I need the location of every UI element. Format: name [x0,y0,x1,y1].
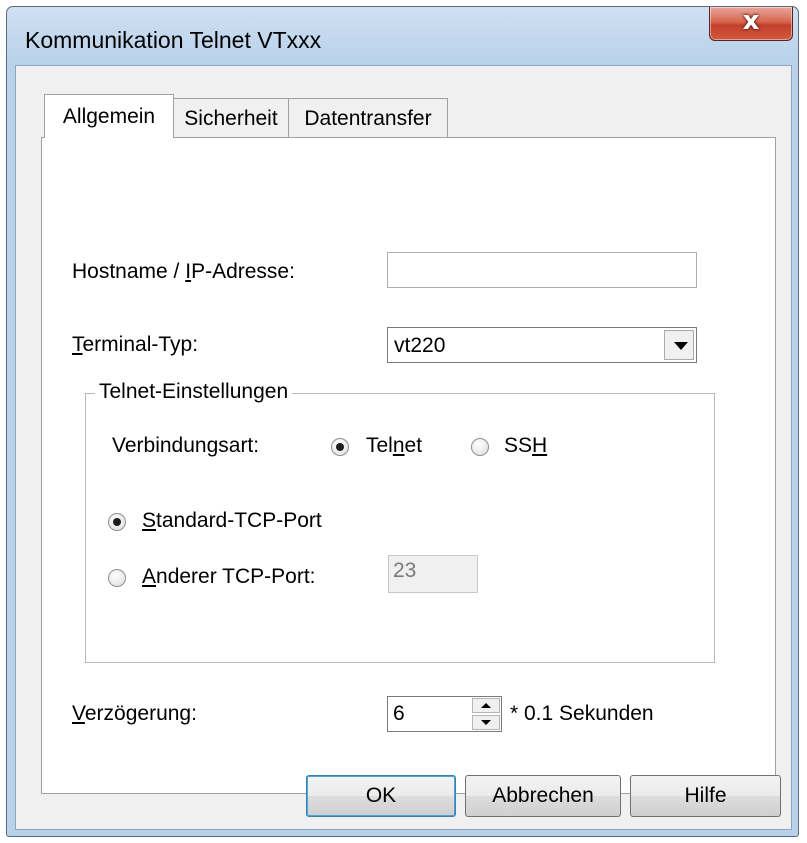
delay-value: 6 [393,702,405,725]
telnet-settings-group: Telnet-Einstellungen Verbindungsart: Tel… [85,380,715,663]
cancel-button[interactable]: Abbrechen [465,775,621,817]
chevron-down-icon [674,342,688,350]
tab-label: Sicherheit [184,106,278,130]
spin-up-button[interactable] [472,698,500,713]
tab-label: Datentransfer [304,106,432,130]
other-port-radio[interactable] [108,569,126,587]
telnet-radio-label[interactable]: Telnet [366,434,422,458]
tab-panel-allgemein: Hostname / IP-Adresse: Terminal-Typ: vt2… [41,137,776,794]
other-port-label[interactable]: Anderer TCP-Port: [142,565,316,589]
port-input[interactable]: 23 [388,555,478,593]
dialog-client-area: Allgemein Sicherheit Datentransfer Hostn… [15,65,792,830]
arrow-down-icon [481,720,491,725]
dropdown-arrow-button[interactable] [664,330,694,360]
standard-port-label[interactable]: Standard-TCP-Port [142,509,322,533]
help-button-label: Hilfe [684,784,727,807]
tab-allgemein[interactable]: Allgemein [44,94,174,138]
group-legend: Telnet-Einstellungen [95,380,293,404]
cancel-button-label: Abbrechen [492,784,594,807]
tab-datentransfer[interactable]: Datentransfer [288,98,448,138]
tab-sicherheit[interactable]: Sicherheit [173,98,289,138]
tab-label: Allgemein [62,104,156,128]
ok-button[interactable]: OK [306,775,456,817]
hostname-input[interactable] [387,252,697,288]
dialog-window: Kommunikation Telnet VTxxx x Allgemein S… [6,6,799,837]
terminal-type-label: Terminal-Typ: [72,333,199,356]
help-button[interactable]: Hilfe [630,775,781,817]
ok-button-label: OK [365,784,397,807]
terminal-type-value: vt220 [394,334,446,357]
hostname-label: Hostname / IP-Adresse: [72,260,295,283]
standard-port-radio[interactable] [108,513,126,531]
ssh-radio-label[interactable]: SSH [504,434,547,458]
telnet-radio[interactable] [331,438,349,456]
window-title: Kommunikation Telnet VTxxx [25,27,322,53]
connection-type-label: Verbindungsart: [112,434,260,457]
title-bar[interactable]: Kommunikation Telnet VTxxx x [7,6,798,65]
ssh-radio[interactable] [471,438,489,456]
delay-stepper[interactable]: 6 [387,696,502,732]
terminal-type-select[interactable]: vt220 [387,327,697,363]
arrow-up-icon [481,703,491,708]
spin-down-button[interactable] [472,715,500,730]
close-button[interactable]: x [709,6,793,41]
delay-unit-label: * 0.1 Sekunden [510,702,654,725]
delay-label: Verzögerung: [72,702,197,725]
close-icon: x [742,6,760,36]
